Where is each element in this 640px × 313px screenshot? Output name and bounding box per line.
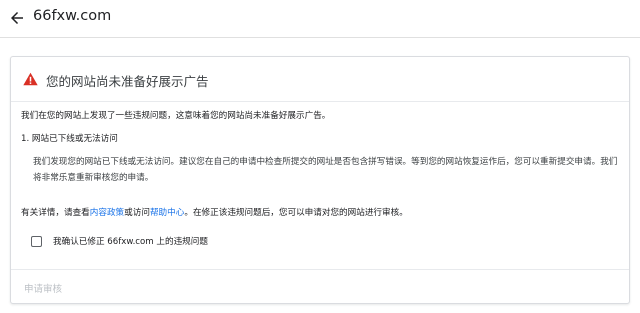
details-suffix: 。在修正该违规问题后，您可以申请对您的网站进行审核。 xyxy=(184,208,408,218)
top-bar: 66fxw.com xyxy=(0,0,640,38)
issue-description: 我们发现您的网站已下线或无法访问。建议您在自己的申请中检查所提交的网址是否包含拼… xyxy=(33,157,618,183)
card-footer: 申请审核 xyxy=(11,269,629,304)
arrow-left-icon[interactable] xyxy=(8,9,26,27)
warning-triangle-icon xyxy=(23,72,38,86)
content-policy-link[interactable]: 内容政策 xyxy=(90,208,124,218)
site-title: 66fxw.com xyxy=(33,8,112,24)
help-center-link[interactable]: 帮助中心 xyxy=(150,208,184,218)
intro-text: 我们在您的网站上发现了一些违规问题，这意味着您的网站尚未准备好展示广告。 xyxy=(21,111,331,121)
details-text: 有关详情，请查看内容政策或访问帮助中心。在修正该违规问题后，您可以申请对您的网站… xyxy=(21,206,408,218)
confirm-checkbox[interactable] xyxy=(31,236,42,247)
policy-card: 您的网站尚未准备好展示广告 我们在您的网站上发现了一些违规问题，这意味着您的网站… xyxy=(10,56,630,304)
confirm-label[interactable]: 我确认已修正 66fxw.com 上的违规问题 xyxy=(53,235,208,247)
card-header: 您的网站尚未准备好展示广告 xyxy=(11,57,629,102)
issue-title: 1. 网站已下线或无法访问 xyxy=(21,134,118,144)
details-middle: 或访问 xyxy=(124,208,150,218)
request-review-button[interactable]: 申请审核 xyxy=(24,281,62,295)
card-title: 您的网站尚未准备好展示广告 xyxy=(46,74,209,89)
details-prefix: 有关详情，请查看 xyxy=(21,208,90,218)
